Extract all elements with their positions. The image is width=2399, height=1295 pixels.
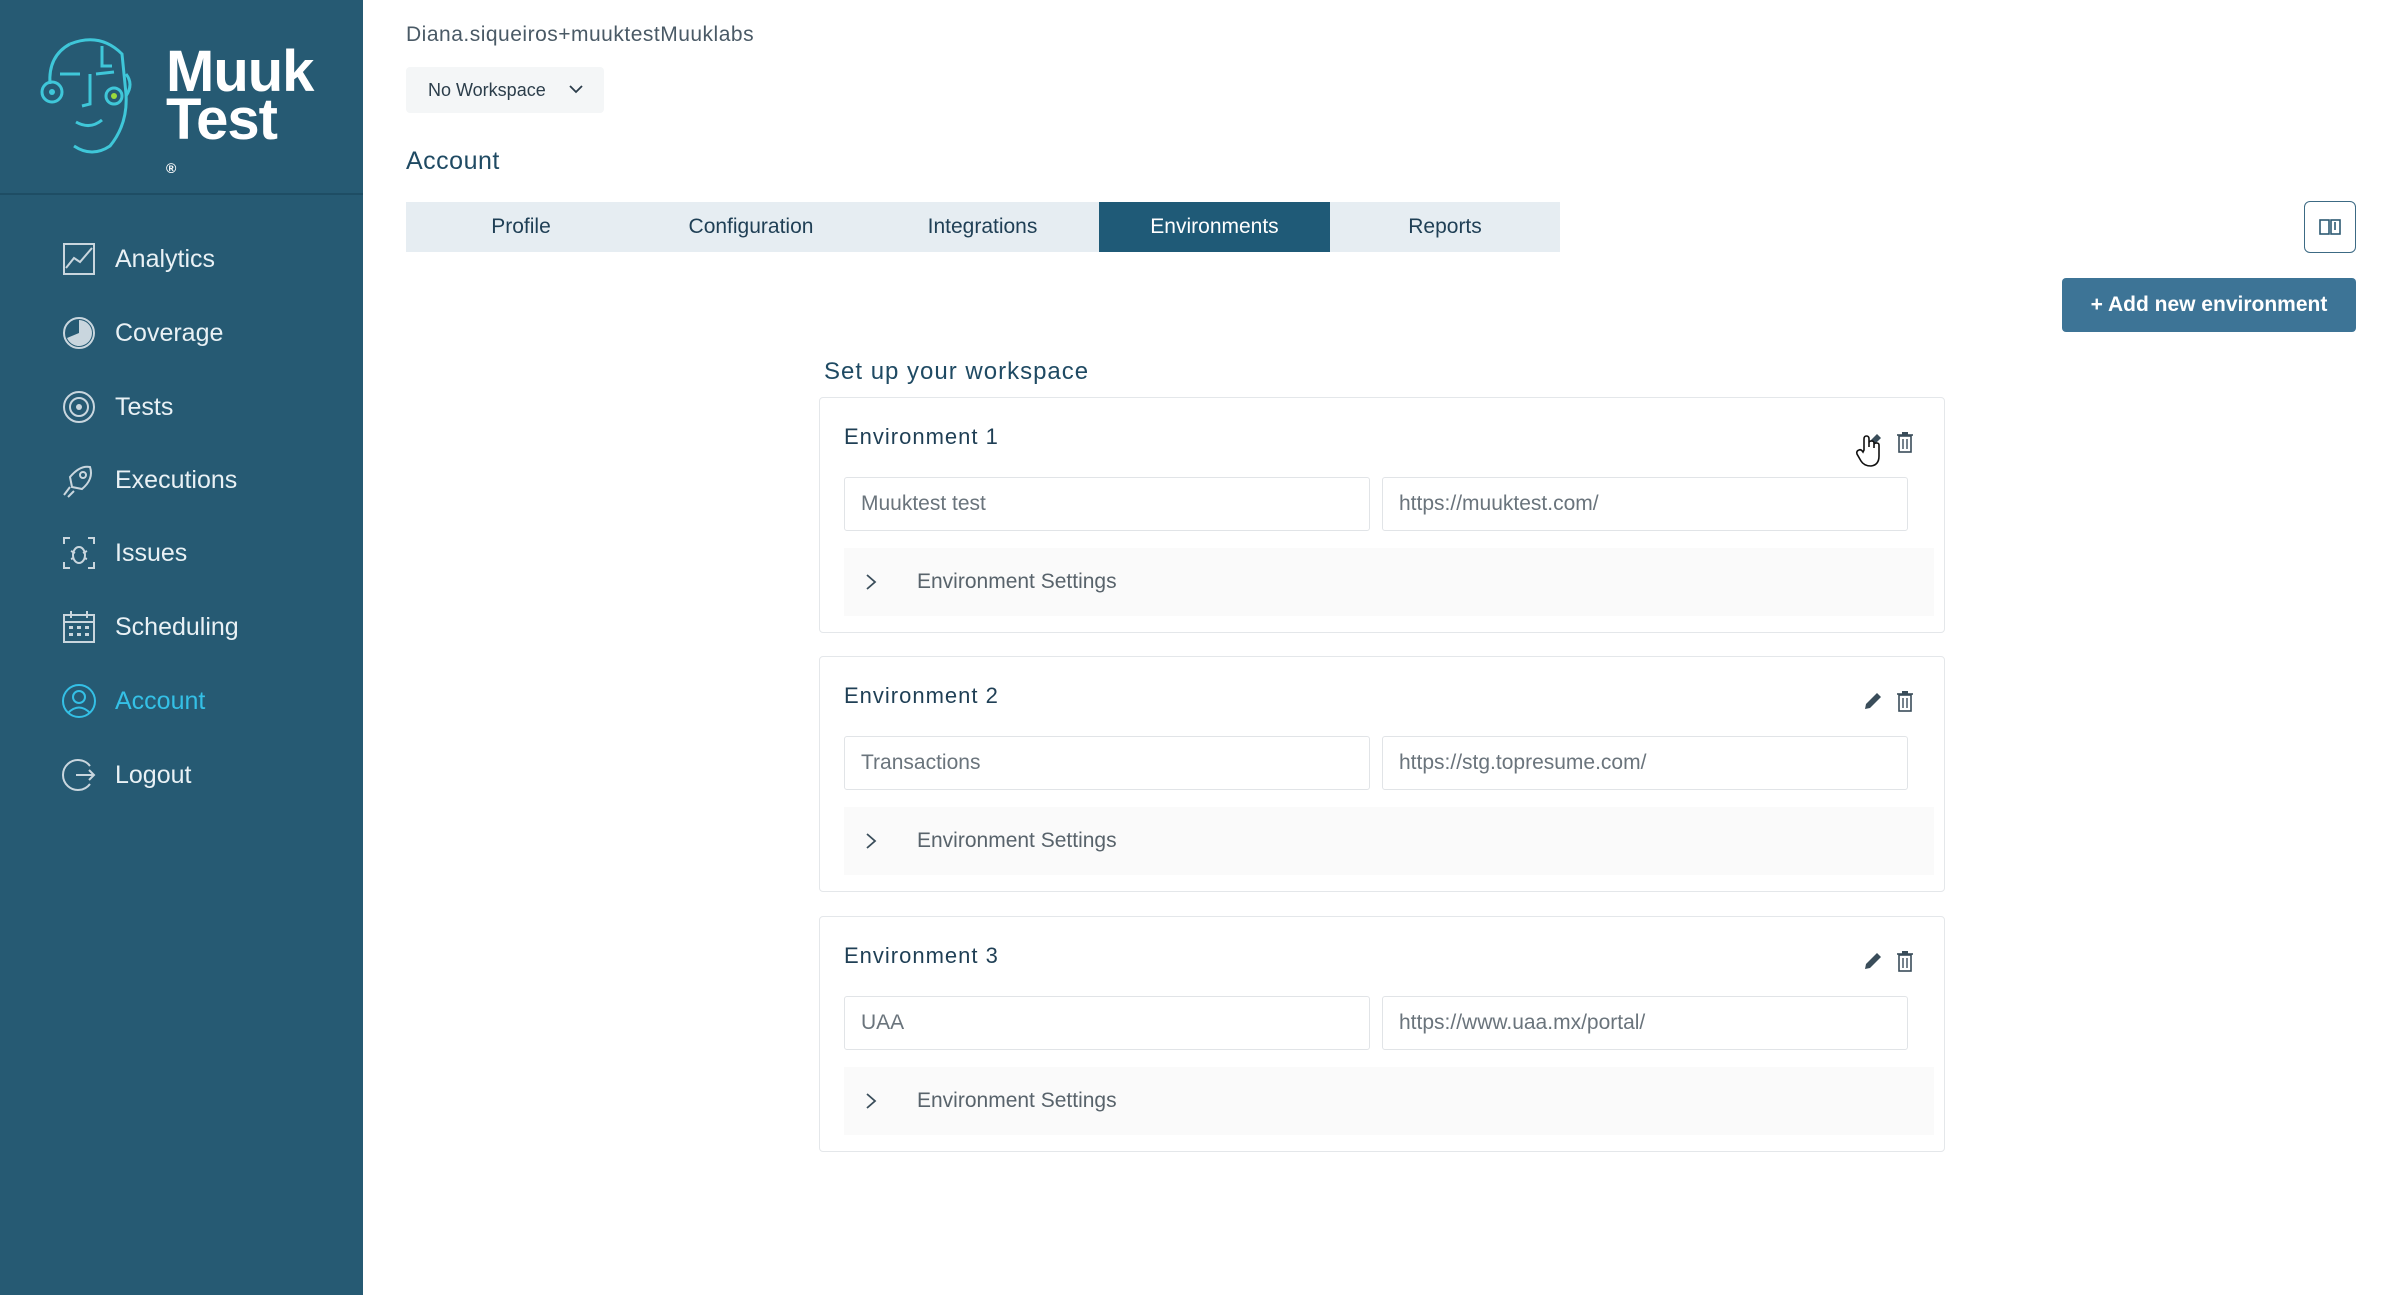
sidebar-item-account[interactable]: Account xyxy=(0,671,363,731)
chevron-right-icon xyxy=(866,574,877,590)
environment-card: Environment 3 Environment Settings xyxy=(819,916,1945,1152)
environment-card: Environment 2 Environment Settings xyxy=(819,656,1945,892)
sidebar-item-tests[interactable]: Tests xyxy=(0,377,363,437)
rocket-icon xyxy=(63,465,92,498)
environment-url-input[interactable] xyxy=(1382,477,1908,531)
coverage-icon xyxy=(63,317,95,349)
sidebar-item-label: Analytics xyxy=(115,244,216,273)
environment-settings-label: Environment Settings xyxy=(917,1089,1117,1112)
logout-icon xyxy=(62,759,96,791)
hand-cursor-icon xyxy=(1855,435,1880,467)
sidebar-item-scheduling[interactable]: Scheduling xyxy=(0,597,363,657)
sidebar-item-label: Issues xyxy=(115,538,188,567)
tab-configuration[interactable]: Configuration xyxy=(636,202,866,252)
trash-icon[interactable] xyxy=(1896,950,1914,972)
environment-settings-toggle[interactable]: Environment Settings xyxy=(844,548,1934,616)
chevron-right-icon xyxy=(866,833,877,849)
sidebar-item-executions[interactable]: Executions xyxy=(0,450,363,510)
environment-url-input[interactable] xyxy=(1382,996,1908,1050)
sidebar: Muuk Test ® Analytics Coverage Tests Exe… xyxy=(0,0,363,1295)
trash-icon[interactable] xyxy=(1896,431,1914,453)
chevron-right-icon xyxy=(866,1093,877,1109)
user-icon xyxy=(62,684,96,718)
environment-url-input[interactable] xyxy=(1382,736,1908,790)
environment-title: Environment 3 xyxy=(844,943,999,968)
add-environment-button[interactable]: + Add new environment xyxy=(2062,278,2356,332)
tests-icon xyxy=(63,391,95,423)
environment-title: Environment 2 xyxy=(844,683,999,708)
environment-name-input[interactable] xyxy=(844,477,1370,531)
user-name: Diana.siqueiros+muuktestMuuklabs xyxy=(406,23,755,46)
analytics-icon xyxy=(63,243,95,275)
tab-profile[interactable]: Profile xyxy=(406,202,636,252)
bug-icon xyxy=(63,537,95,569)
logo-wordmark: Muuk Test ® xyxy=(166,39,314,177)
environment-settings-toggle[interactable]: Environment Settings xyxy=(844,1067,1934,1135)
sidebar-item-issues[interactable]: Issues xyxy=(0,523,363,583)
tab-integrations[interactable]: Integrations xyxy=(866,202,1099,252)
sidebar-item-logout[interactable]: Logout xyxy=(0,745,363,805)
sidebar-item-label: Coverage xyxy=(115,318,224,347)
chevron-down-icon xyxy=(569,85,583,94)
environment-settings-toggle[interactable]: Environment Settings xyxy=(844,807,1934,875)
environment-name-input[interactable] xyxy=(844,736,1370,790)
tab-reports[interactable]: Reports xyxy=(1330,202,1560,252)
tab-bar: Profile Configuration Integrations Envir… xyxy=(406,202,1560,252)
logo[interactable]: Muuk Test ® xyxy=(0,0,363,195)
toggle-panel-button[interactable] xyxy=(2304,201,2356,253)
sidebar-item-label: Tests xyxy=(115,392,174,421)
environment-settings-label: Environment Settings xyxy=(917,570,1117,593)
calendar-icon xyxy=(63,611,95,643)
workspace-select-value: No Workspace xyxy=(428,79,546,100)
sidebar-item-label: Account xyxy=(115,686,206,715)
environment-card: Environment 1 Environment Settings xyxy=(819,397,1945,633)
trash-icon[interactable] xyxy=(1896,690,1914,712)
edit-icon[interactable] xyxy=(1862,690,1884,712)
environment-name-input[interactable] xyxy=(844,996,1370,1050)
tab-environments[interactable]: Environments xyxy=(1099,202,1330,252)
sidebar-item-label: Scheduling xyxy=(115,612,239,641)
workspace-setup-title: Set up your workspace xyxy=(824,358,1090,385)
edit-icon[interactable] xyxy=(1862,950,1884,972)
environment-settings-label: Environment Settings xyxy=(917,829,1117,852)
sidebar-item-coverage[interactable]: Coverage xyxy=(0,303,363,363)
environment-title: Environment 1 xyxy=(844,424,999,449)
sidebar-item-label: Logout xyxy=(115,760,192,789)
panel-toggle-icon xyxy=(2319,219,2341,235)
sidebar-item-label: Executions xyxy=(115,465,238,494)
sidebar-item-analytics[interactable]: Analytics xyxy=(0,229,363,289)
page-title: Account xyxy=(406,147,500,175)
logo-face-icon xyxy=(40,38,132,154)
workspace-select[interactable]: No Workspace xyxy=(406,67,604,113)
